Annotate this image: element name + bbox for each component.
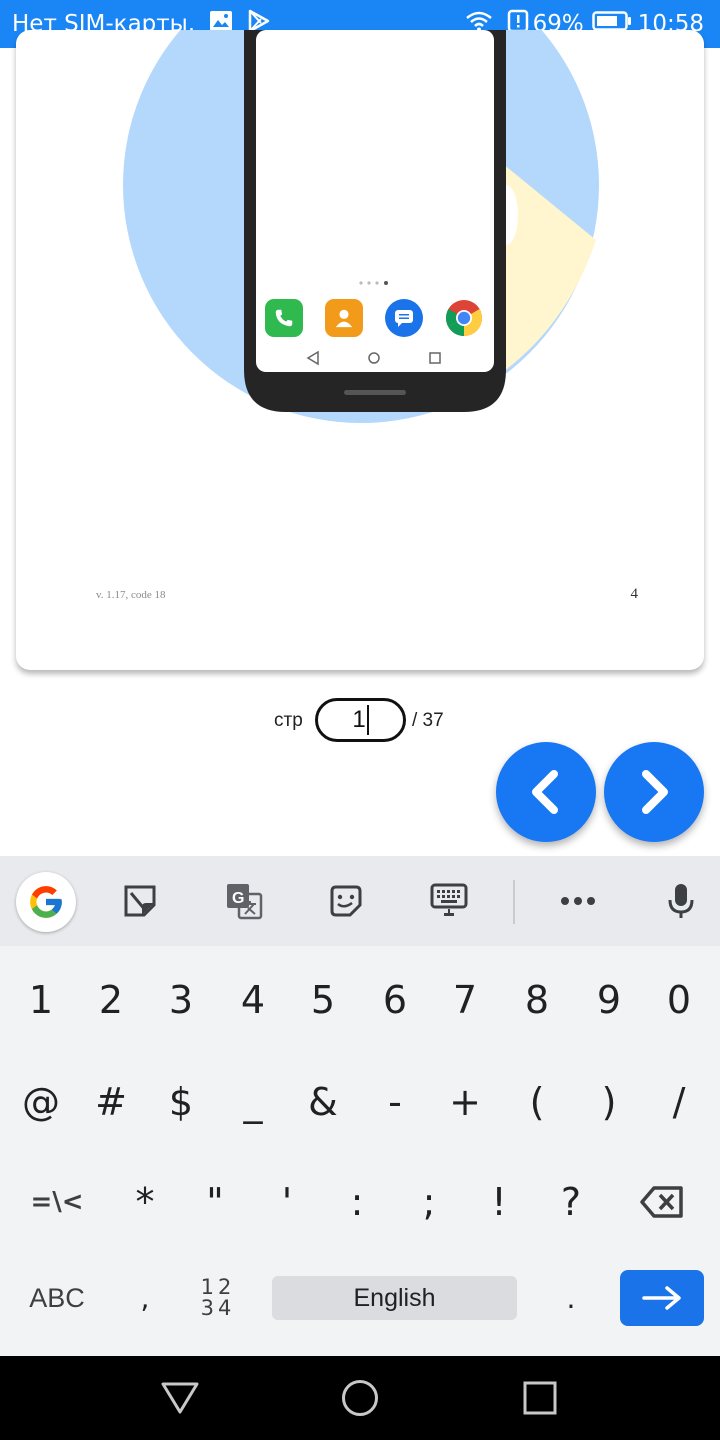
keyboard-row-symbols-2: =\< * " ' : ; ! ?	[0, 1152, 720, 1252]
page-navigator: стр 1 / 37	[0, 698, 720, 742]
key[interactable]: "	[180, 1152, 250, 1252]
key[interactable]: ;	[394, 1152, 464, 1252]
space-key[interactable]: English	[272, 1276, 517, 1320]
page-number: 4	[630, 586, 639, 602]
previous-page-button[interactable]	[496, 742, 596, 842]
page-version-text: v. 1.17, code 18	[96, 589, 166, 601]
key[interactable]: !	[464, 1152, 534, 1252]
chevron-left-icon	[532, 770, 558, 814]
keyboard-layout-icon[interactable]	[421, 873, 477, 929]
chrome-icon	[445, 299, 483, 337]
key[interactable]: 3	[146, 950, 216, 1050]
recents-button[interactable]	[516, 1374, 564, 1422]
key[interactable]: :	[322, 1152, 392, 1252]
key[interactable]: 4	[218, 950, 288, 1050]
page-total: / 37	[412, 710, 444, 731]
document-page[interactable]: v. 1.17, code 18 4	[16, 30, 704, 670]
keyboard-row-symbols: @ # $ _ & - + ( ) /	[0, 1052, 720, 1152]
sticker-icon[interactable]	[112, 873, 168, 929]
toolbar-divider	[513, 880, 515, 924]
page-number-input[interactable]: 1	[315, 698, 406, 742]
keyboard-row-digits: 1 2 3 4 5 6 7 8 9 0	[0, 950, 720, 1050]
translate-icon[interactable]: G	[216, 873, 272, 929]
contacts-icon	[325, 299, 363, 337]
home-button[interactable]	[336, 1374, 384, 1422]
comma-key[interactable]: ,	[110, 1256, 180, 1340]
backspace-icon	[640, 1186, 683, 1218]
phone-icon	[265, 299, 303, 337]
key[interactable]: $	[146, 1052, 216, 1152]
key[interactable]: 1	[6, 950, 76, 1050]
keyboard: G 1 2 3 4 5 6 7 8 9 0 @ # $ _ & - + () …	[0, 856, 720, 1356]
key[interactable]: *	[110, 1152, 180, 1252]
key[interactable]: #	[76, 1052, 146, 1152]
keyboard-row-bottom: ABC , 12 34 English .	[0, 1256, 720, 1340]
google-icon[interactable]	[16, 872, 76, 932]
back-button[interactable]	[156, 1374, 204, 1422]
key[interactable]: 7	[430, 950, 500, 1050]
next-page-button[interactable]	[604, 742, 704, 842]
key[interactable]: (	[502, 1052, 572, 1152]
abc-key[interactable]: ABC	[14, 1256, 100, 1340]
key[interactable]: _	[218, 1052, 288, 1152]
mic-icon[interactable]	[653, 873, 709, 929]
emoji-icon[interactable]	[318, 873, 374, 929]
key[interactable]: @	[6, 1052, 76, 1152]
keyboard-toolbar: G	[0, 856, 720, 946]
key[interactable]: 2	[76, 950, 146, 1050]
key[interactable]: 0	[644, 950, 714, 1050]
key[interactable]: 6	[360, 950, 430, 1050]
key[interactable]: +	[430, 1052, 500, 1152]
more-icon[interactable]	[550, 873, 606, 929]
key[interactable]: 5	[288, 950, 358, 1050]
more-symbols-key[interactable]: =\<	[14, 1152, 100, 1252]
page-input-value: 1	[352, 706, 366, 733]
key[interactable]: -	[360, 1052, 430, 1152]
text-caret	[366, 705, 369, 735]
key[interactable]: )	[574, 1052, 644, 1152]
key[interactable]: ?	[536, 1152, 606, 1252]
back-triangle-icon	[161, 1382, 199, 1414]
period-key[interactable]: .	[536, 1256, 606, 1340]
page-label: стр	[274, 710, 303, 731]
key[interactable]: 8	[502, 950, 572, 1050]
screen: Нет SIM-карты. 69% 10:58 v. 1.17, code 1…	[0, 0, 720, 1440]
chevron-right-icon	[642, 770, 668, 814]
numpad-key[interactable]: 12 34	[180, 1256, 256, 1340]
phone-illustration	[123, 30, 599, 423]
key[interactable]: '	[252, 1152, 322, 1252]
key[interactable]: 9	[574, 950, 644, 1050]
key[interactable]: &	[288, 1052, 358, 1152]
recents-square-icon	[523, 1381, 557, 1415]
svg-text:G: G	[232, 890, 244, 907]
messages-icon	[385, 299, 423, 337]
arrow-right-icon	[642, 1286, 681, 1310]
home-circle-icon	[342, 1380, 378, 1416]
enter-key[interactable]	[620, 1270, 704, 1326]
backspace-key[interactable]	[620, 1152, 704, 1252]
system-navigation-bar	[0, 1356, 720, 1440]
key[interactable]: /	[644, 1052, 714, 1152]
